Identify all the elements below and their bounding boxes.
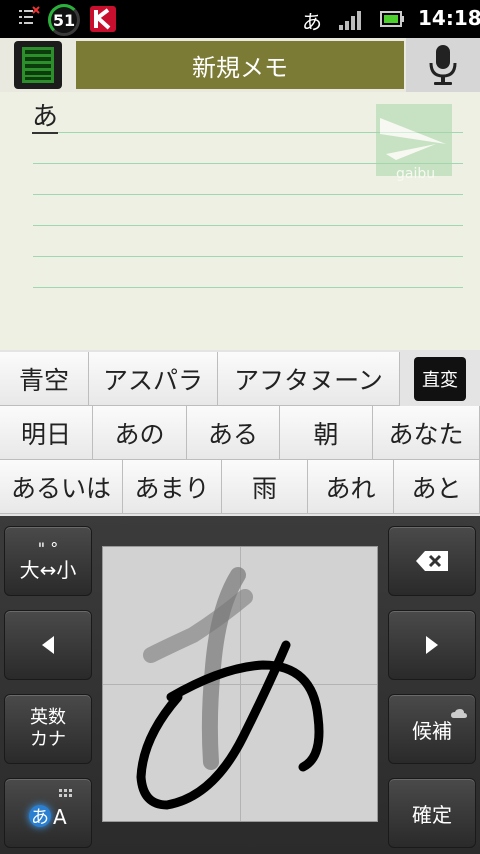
voice-input-button[interactable]	[406, 38, 480, 92]
handwriting-keyboard: " ° 大↔小 英数 カナ あ A 候補 確定	[0, 516, 480, 854]
candidate-item[interactable]: 明日	[0, 406, 93, 460]
case-toggle-label: 大↔小	[19, 558, 77, 582]
backspace-icon	[416, 551, 448, 571]
watermark-text: gaibu	[396, 166, 435, 182]
ruled-line	[33, 194, 463, 195]
candidate-item[interactable]: あの	[93, 406, 187, 460]
list-icon	[22, 47, 54, 83]
arrow-left-icon	[42, 636, 54, 654]
arrow-right-icon	[426, 636, 438, 654]
ruled-line	[33, 225, 463, 226]
enter-key-label: 確定	[412, 802, 452, 827]
candidate-item[interactable]: アフタヌーン	[218, 352, 400, 406]
title-bar: 新規メモ	[0, 38, 480, 92]
notification-icon	[19, 6, 40, 24]
alnum-kana-key[interactable]: 英数 カナ	[4, 694, 92, 764]
candidate-item[interactable]: あと	[394, 460, 480, 514]
candidate-list: 青空 アスパラ アフタヌーン 直変 明日 あの ある 朝 あなた あるいは あま…	[0, 350, 480, 516]
cursor-right-key[interactable]	[388, 610, 476, 680]
candidate-item[interactable]: 朝	[280, 406, 373, 460]
page-title: 新規メモ	[76, 41, 404, 89]
cloud-icon	[451, 709, 467, 718]
hiragana-mode-label: あ	[29, 805, 51, 828]
handwriting-pad[interactable]	[102, 546, 378, 822]
kana-label: カナ	[30, 729, 66, 750]
gaibu-logo-watermark: gaibu	[376, 104, 452, 182]
candidates-key-label: 候補	[412, 718, 452, 743]
enter-confirm-key[interactable]: 確定	[388, 778, 476, 848]
security-app-icon	[90, 6, 116, 32]
alpha-mode-label: A	[53, 805, 67, 829]
clock: 14:18	[418, 6, 480, 30]
candidate-item[interactable]: ある	[187, 406, 280, 460]
dakuten-label: " °	[37, 539, 59, 558]
battery-icon	[380, 11, 404, 27]
cursor-left-key[interactable]	[4, 610, 92, 680]
ruled-line	[33, 256, 463, 257]
candidates-key[interactable]: 候補	[388, 694, 476, 764]
grid-dots-icon	[59, 789, 72, 797]
candidate-row-3: あるいは あまり 雨 あれ あと	[0, 460, 480, 514]
ime-status-indicator: あ	[302, 10, 322, 34]
microphone-icon	[429, 45, 457, 85]
input-mode-key[interactable]: あ A	[4, 778, 92, 848]
status-bar: 51 あ 14:18	[0, 0, 480, 38]
candidate-item[interactable]: 雨	[222, 460, 308, 514]
alnum-label: 英数	[30, 707, 66, 728]
candidate-item[interactable]: あまり	[123, 460, 222, 514]
handwriting-strokes	[136, 567, 324, 810]
candidate-item[interactable]: 青空	[0, 352, 89, 406]
candidate-item[interactable]: あれ	[308, 460, 394, 514]
signal-icon	[339, 11, 361, 30]
memo-editor[interactable]: あ gaibu	[0, 92, 480, 350]
direct-convert-button[interactable]: 直変	[414, 357, 466, 401]
memo-text[interactable]: あ	[32, 102, 59, 134]
candidate-item[interactable]: アスパラ	[89, 352, 218, 406]
candidate-row-1: 青空 アスパラ アフタヌーン 直変	[0, 352, 480, 406]
battery-percent-badge: 51	[48, 4, 80, 36]
memo-list-button[interactable]	[14, 41, 62, 89]
candidate-row-2: 明日 あの ある 朝 あなた	[0, 406, 480, 460]
candidate-item[interactable]: あるいは	[0, 460, 123, 514]
backspace-key[interactable]	[388, 526, 476, 596]
ruled-line	[33, 287, 463, 288]
case-dakuten-toggle-key[interactable]: " ° 大↔小	[4, 526, 92, 596]
candidate-item[interactable]: あなた	[373, 406, 480, 460]
